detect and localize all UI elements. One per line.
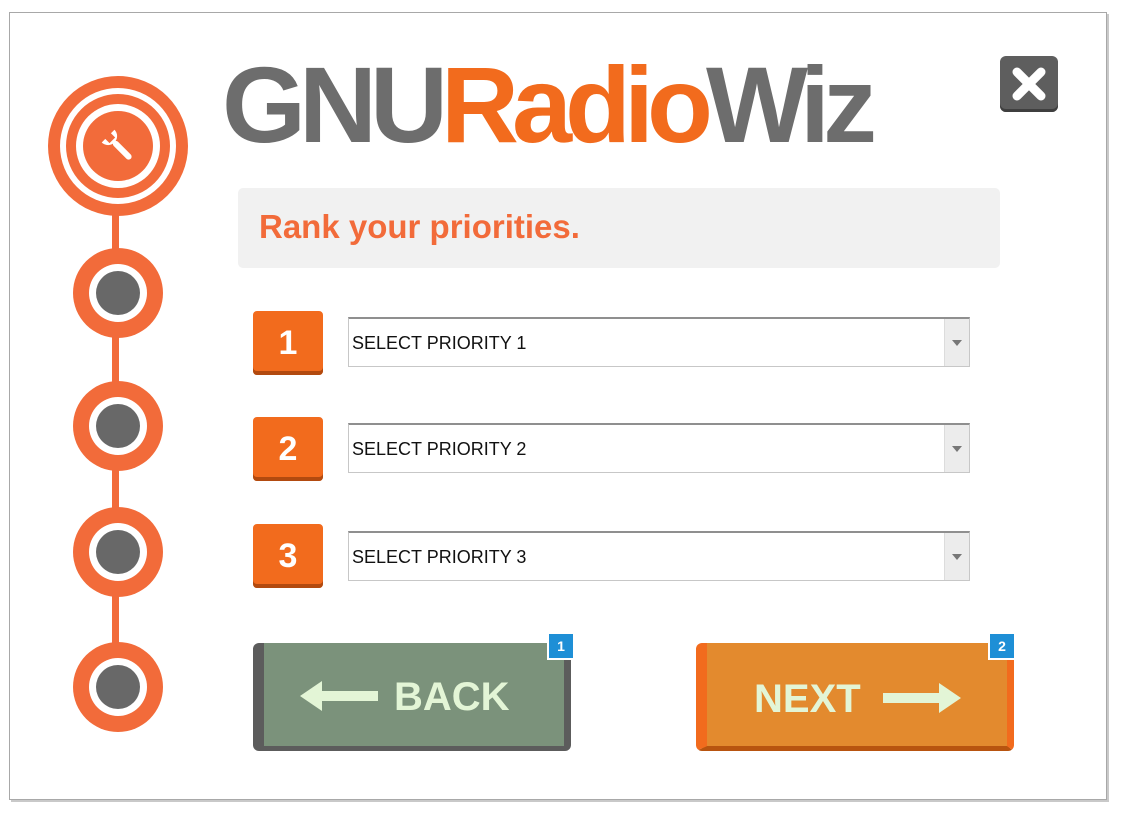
step-3[interactable]: [73, 381, 163, 471]
priority-1-select[interactable]: SELECT PRIORITY 1: [348, 317, 970, 367]
step-4[interactable]: [73, 507, 163, 597]
priority-number-1: 1: [253, 311, 323, 375]
priority-2-value: SELECT PRIORITY 2: [352, 439, 527, 459]
priority-1-dropdown-button[interactable]: [944, 319, 969, 366]
step-1-active[interactable]: [48, 76, 188, 216]
instruction-text: Rank your priorities.: [259, 208, 580, 245]
priority-3-dropdown-button[interactable]: [944, 533, 969, 580]
back-button-label: BACK: [394, 675, 510, 719]
priority-1-value: SELECT PRIORITY 1: [352, 333, 527, 353]
logo-gnu: GNU: [222, 44, 448, 165]
step-2[interactable]: [73, 248, 163, 338]
next-shortcut-badge: 2: [988, 632, 1016, 660]
instruction-banner: Rank your priorities.: [238, 188, 1000, 268]
arrow-left-icon: [300, 681, 378, 711]
app-logo: GNURadioWiz: [222, 50, 877, 160]
wrench-icon: [101, 129, 132, 160]
logo-wiz: Wiz: [706, 44, 877, 165]
logo-radio: Radio: [441, 44, 713, 165]
next-button-label: NEXT: [754, 677, 861, 721]
chevron-down-icon: [952, 553, 962, 560]
next-button[interactable]: NEXT: [696, 643, 1014, 751]
arrow-right-icon: [883, 683, 961, 713]
back-shortcut-badge: 1: [547, 632, 575, 660]
priority-number-3: 3: [253, 524, 323, 588]
priority-2-select[interactable]: SELECT PRIORITY 2: [348, 423, 970, 473]
close-button[interactable]: [1000, 56, 1058, 112]
chevron-down-icon: [952, 445, 962, 452]
chevron-down-icon: [952, 339, 962, 346]
back-button[interactable]: BACK: [253, 643, 571, 751]
priority-3-value: SELECT PRIORITY 3: [352, 547, 527, 567]
priority-3-select[interactable]: SELECT PRIORITY 3: [348, 531, 970, 581]
priority-2-dropdown-button[interactable]: [944, 425, 969, 472]
close-icon: [1012, 67, 1046, 101]
priority-number-2: 2: [253, 417, 323, 481]
step-5[interactable]: [73, 642, 163, 732]
